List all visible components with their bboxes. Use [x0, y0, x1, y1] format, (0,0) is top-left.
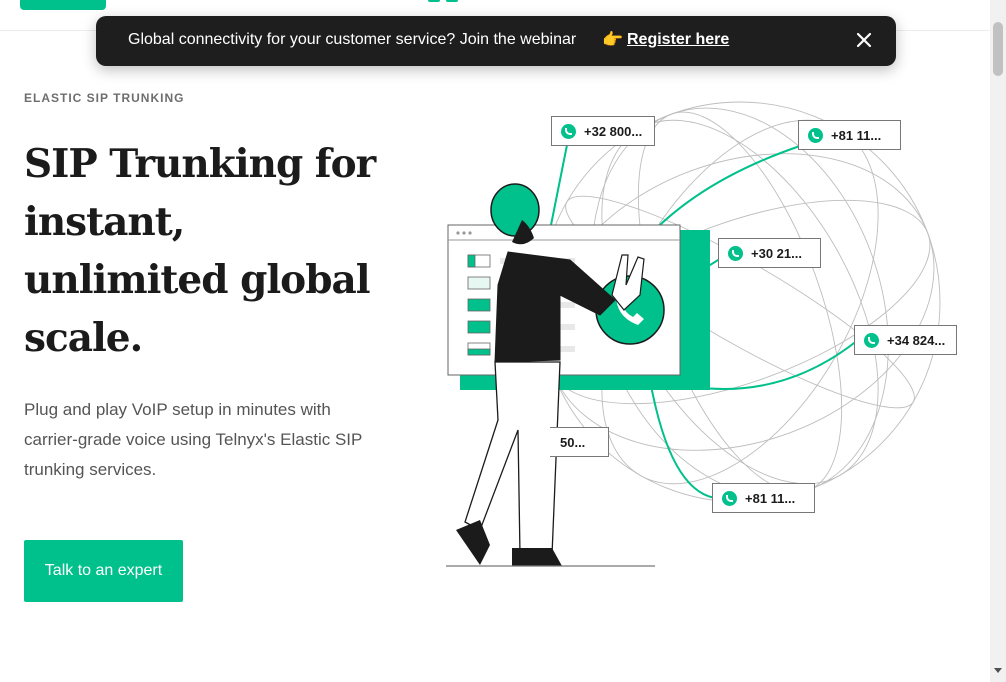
- phone-number-pill: +32 800...: [551, 116, 655, 146]
- close-button[interactable]: [852, 28, 876, 52]
- register-link[interactable]: Register here: [627, 31, 729, 49]
- page-title: SIP Trunking for instant, unlimited glob…: [24, 135, 394, 367]
- phone-icon: [561, 124, 576, 139]
- headline-line: unlimited global: [24, 257, 371, 303]
- phone-icon: [722, 491, 737, 506]
- close-icon: [856, 32, 872, 48]
- scroll-down-arrow-icon[interactable]: [994, 668, 1002, 673]
- headline-line: SIP Trunking for: [24, 141, 376, 187]
- pointing-hand-emoji: 👉: [602, 30, 624, 49]
- phone-number-pill: +81 11...: [798, 120, 901, 150]
- phone-number-pill: 50...: [550, 427, 609, 457]
- webinar-banner: Global connectivity for your customer se…: [96, 16, 896, 66]
- headline-line: instant,: [24, 199, 185, 245]
- scrollbar[interactable]: [990, 0, 1006, 682]
- phone-number-pill: +30 21...: [718, 238, 821, 268]
- hero-description: Plug and play VoIP setup in minutes with…: [24, 400, 363, 479]
- phone-number-pill: +34 824...: [854, 325, 957, 355]
- phone-icon: [808, 128, 823, 143]
- phone-icon: [864, 333, 879, 348]
- eyebrow-label: ELASTIC SIP TRUNKING: [24, 91, 185, 105]
- banner-message: Global connectivity for your customer se…: [128, 31, 577, 48]
- headline-line: scale.: [24, 315, 143, 361]
- hero-illustration: +32 800... +81 11... +30 21... +34 824..…: [440, 90, 980, 580]
- nav-button[interactable]: [20, 0, 106, 10]
- logo[interactable]: [428, 0, 460, 2]
- talk-to-expert-button[interactable]: Talk to an expert: [24, 540, 183, 602]
- scrollbar-thumb[interactable]: [993, 22, 1003, 76]
- phone-number-pill: +81 11...: [712, 483, 815, 513]
- phone-icon: [728, 246, 743, 261]
